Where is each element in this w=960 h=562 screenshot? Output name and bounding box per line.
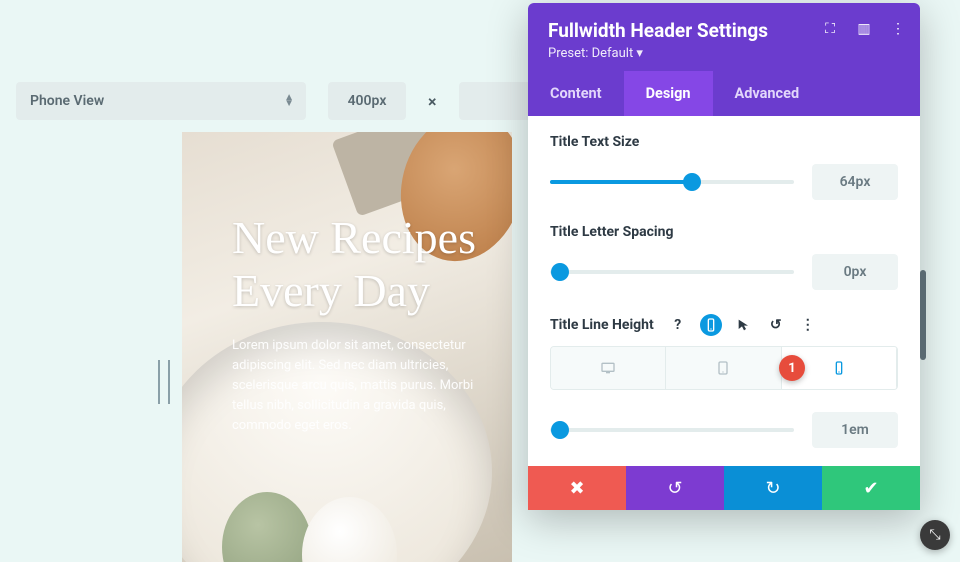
option-dots-icon[interactable]: ⋮	[798, 315, 818, 335]
tab-design[interactable]: Design	[624, 71, 713, 116]
reset-icon[interactable]: ↺	[766, 315, 786, 335]
chevron-updown-icon: ▲▼	[284, 95, 294, 107]
responsive-toolbar: Phone View ▲▼ 400px ×	[16, 82, 537, 120]
control-title-text-size: Title Text Size 64px	[550, 134, 898, 200]
expand-icon[interactable]: ⛶	[822, 21, 838, 37]
panel-scrollbar[interactable]	[920, 270, 926, 360]
slider-thumb-icon[interactable]	[551, 421, 569, 439]
slider-thumb-icon[interactable]	[551, 263, 569, 281]
value-title-letter-spacing[interactable]: 0px	[812, 254, 898, 290]
device-tab-desktop[interactable]	[551, 347, 666, 389]
tab-content[interactable]: Content	[528, 71, 624, 116]
undo-button[interactable]: ↺	[626, 466, 724, 510]
panel-tabs: Content Design Advanced	[528, 71, 920, 116]
width-value: 400px	[348, 93, 387, 109]
preview-drag-handle[interactable]	[158, 360, 170, 404]
slider-title-line-height[interactable]	[550, 428, 794, 432]
menu-dots-icon[interactable]: ⋮	[890, 21, 906, 37]
callout-badge: 1	[779, 355, 805, 381]
panel-footer: ✖ ↺ ↻ ✔	[528, 466, 920, 510]
slider-title-letter-spacing[interactable]	[550, 270, 794, 274]
responsive-toggle-icon[interactable]	[700, 314, 722, 336]
label-title-line-height: Title Line Height	[550, 317, 654, 333]
view-mode-label: Phone View	[30, 93, 104, 109]
value-title-line-height[interactable]: 1em	[812, 412, 898, 448]
value-title-text-size[interactable]: 64px	[812, 164, 898, 200]
label-title-text-size: Title Text Size	[550, 134, 898, 150]
control-title-line-height: Title Line Height ? ↺ ⋮	[550, 314, 898, 448]
slider-thumb-icon[interactable]	[683, 173, 701, 191]
label-title-letter-spacing: Title Letter Spacing	[550, 224, 898, 240]
height-input[interactable]	[459, 82, 537, 120]
dimension-multiply: ×	[428, 92, 437, 111]
hero-title: New Recipes Every Day	[232, 212, 502, 318]
view-mode-select[interactable]: Phone View ▲▼	[16, 82, 306, 120]
device-tab-tablet[interactable]	[666, 347, 781, 389]
snap-icon[interactable]: ▥	[856, 21, 872, 37]
redo-button[interactable]: ↻	[724, 466, 822, 510]
tab-advanced[interactable]: Advanced	[713, 71, 822, 116]
builder-toggle-button[interactable]: ⤡	[920, 520, 950, 550]
white-egg-graphic	[302, 497, 397, 562]
hero-text: New Recipes Every Day Lorem ipsum dolor …	[232, 212, 502, 436]
hover-pointer-icon[interactable]	[734, 315, 754, 335]
panel-header[interactable]: Fullwidth Header Settings Preset: Defaul…	[528, 3, 920, 71]
cancel-button[interactable]: ✖	[528, 466, 626, 510]
phone-preview: New Recipes Every Day Lorem ipsum dolor …	[182, 132, 512, 562]
device-tabs: 1	[550, 346, 898, 390]
save-button[interactable]: ✔	[822, 466, 920, 510]
settings-panel: Fullwidth Header Settings Preset: Defaul…	[528, 3, 920, 510]
width-input[interactable]: 400px	[328, 82, 406, 120]
control-title-letter-spacing: Title Letter Spacing 0px	[550, 224, 898, 290]
hero-body: Lorem ipsum dolor sit amet, consectetur …	[232, 336, 502, 437]
preset-selector[interactable]: Preset: Default ▾	[548, 46, 900, 61]
green-egg-graphic	[222, 492, 312, 562]
panel-body: Title Text Size 64px Title Letter Spacin…	[528, 116, 920, 510]
slider-title-text-size[interactable]	[550, 180, 794, 184]
help-icon[interactable]: ?	[668, 315, 688, 335]
